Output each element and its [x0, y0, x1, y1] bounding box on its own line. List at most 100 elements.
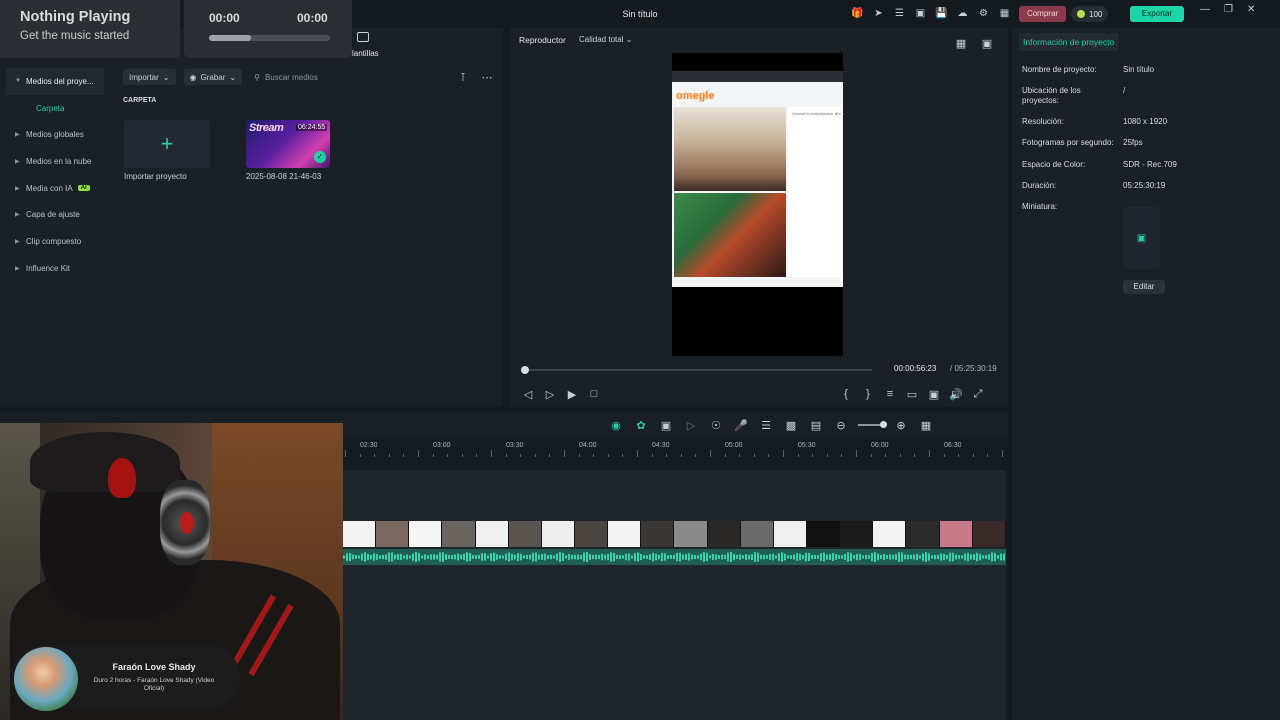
waveform-bar: [646, 555, 648, 559]
mark-out-icon[interactable]: }: [860, 386, 876, 402]
grid-view-icon[interactable]: ▦: [953, 35, 969, 51]
video-clip-segment[interactable]: [343, 521, 377, 547]
player-scrubber-handle[interactable]: [521, 366, 529, 374]
clip-duration: 06:24:55: [296, 124, 328, 131]
snapshot-view-icon[interactable]: ▣: [979, 35, 995, 51]
mark-in-icon[interactable]: {: [838, 386, 854, 402]
video-clip-segment[interactable]: [773, 521, 807, 547]
video-clip-segment[interactable]: [674, 521, 708, 547]
send-icon[interactable]: ➤: [871, 6, 886, 21]
ruler-tick: [710, 450, 711, 457]
video-clip-segment[interactable]: [939, 521, 973, 547]
video-clip-segment[interactable]: [641, 521, 675, 547]
video-clip-segment[interactable]: [906, 521, 940, 547]
zoom-slider[interactable]: [858, 421, 887, 428]
edit-thumbnail-button[interactable]: Editar: [1123, 280, 1165, 294]
video-clip-segment[interactable]: [442, 521, 476, 547]
pip-icon[interactable]: ▩: [783, 417, 799, 433]
step-back-icon[interactable]: ◁: [520, 386, 536, 402]
export-button[interactable]: Exportar: [1130, 6, 1184, 22]
render-icon[interactable]: ▷: [683, 417, 699, 433]
shield-icon[interactable]: ☉: [708, 417, 724, 433]
minimize-icon[interactable]: —: [1200, 4, 1210, 15]
zoom-in-icon[interactable]: ⊕: [893, 417, 909, 433]
buy-button[interactable]: Comprar: [1019, 6, 1066, 22]
tab-project-info[interactable]: Información de proyecto: [1019, 33, 1119, 51]
waveform-bar: [640, 553, 642, 561]
waveform-bar: [919, 555, 921, 559]
sidebar-item-adjustment-layer[interactable]: ▶ Capa de ajuste: [6, 201, 104, 228]
marker-list-icon[interactable]: ≡: [882, 386, 898, 402]
mic-icon[interactable]: 🎤: [733, 417, 749, 433]
player-scrubber[interactable]: [524, 369, 872, 371]
video-clip-segment[interactable]: [376, 521, 410, 547]
waveform-bar: [619, 554, 621, 560]
snap-icon[interactable]: ◉: [608, 417, 624, 433]
zoom-out-icon[interactable]: ⊖: [833, 417, 849, 433]
volume-icon[interactable]: 🔊: [948, 386, 964, 402]
restore-icon[interactable]: ❐: [1224, 4, 1233, 15]
support-icon[interactable]: ⚙: [976, 6, 991, 21]
import-project-card[interactable]: +: [124, 120, 210, 168]
media-search[interactable]: ⚲ Buscar medios: [250, 69, 447, 85]
save-icon[interactable]: 💾: [934, 6, 949, 21]
player-tab[interactable]: Reproductor: [519, 35, 566, 45]
waveform-bar: [916, 553, 918, 561]
tab-templates[interactable]: lantillas: [352, 49, 379, 58]
waveform-bar: [526, 554, 528, 560]
waveform-bar: [763, 554, 765, 560]
video-clip-segment[interactable]: [409, 521, 443, 547]
ruler-tick: [856, 450, 857, 457]
video-clip-segment[interactable]: [840, 521, 874, 547]
import-button[interactable]: Importar ⌄: [123, 69, 176, 85]
sidebar-item-folder[interactable]: Carpeta: [6, 95, 104, 122]
layout-grid-icon[interactable]: ▦: [918, 417, 934, 433]
video-clip-segment[interactable]: [806, 521, 841, 547]
audio-waveform[interactable]: [343, 549, 1006, 565]
cloud-icon[interactable]: ☁: [955, 6, 970, 21]
link-icon[interactable]: ✿: [633, 417, 649, 433]
list-icon[interactable]: ☰: [892, 6, 907, 21]
layout-icon[interactable]: ▦: [997, 6, 1012, 21]
thumbnail-preview[interactable]: ▣: [1123, 207, 1160, 269]
sidebar-item-compound-clip[interactable]: ▶ Clip compuesto: [6, 228, 104, 255]
step-forward-icon[interactable]: ▷: [542, 386, 558, 402]
quality-select[interactable]: Calidad total ⌄: [579, 35, 632, 44]
camera-icon[interactable]: ▣: [926, 386, 942, 402]
video-clip-segment[interactable]: [574, 521, 609, 547]
audio-mixer-icon[interactable]: ☰: [758, 417, 774, 433]
video-clip-segment[interactable]: [475, 521, 509, 547]
video-clip-segment[interactable]: [972, 521, 1006, 547]
window-icon[interactable]: ▣: [913, 6, 928, 21]
video-clip-segment[interactable]: [541, 521, 575, 547]
display-icon[interactable]: ▭: [904, 386, 920, 402]
sidebar-item-influence-kit[interactable]: ▶ Influence Kit: [6, 255, 104, 282]
video-fx-icon[interactable]: ▣: [658, 417, 674, 433]
caption-icon[interactable]: ▤: [808, 417, 824, 433]
credits-badge[interactable]: 100: [1071, 6, 1109, 22]
video-clip-segment[interactable]: [508, 521, 542, 547]
stop-icon[interactable]: □: [586, 386, 602, 402]
timeline-tracks[interactable]: [343, 470, 1006, 720]
now-playing-timer-card: [184, 0, 352, 58]
video-clip-segment[interactable]: [608, 521, 642, 547]
templates-tab-icon[interactable]: [357, 32, 369, 42]
timeline-ruler[interactable]: 02:30 03:00 03:30 04:00 04:30 05:00 05:30 06:00…: [343, 438, 1006, 460]
record-button[interactable]: ◉ Grabar ⌄: [183, 69, 243, 85]
fullscreen-icon[interactable]: ⤢: [970, 386, 986, 402]
video-clip-segment[interactable]: [707, 521, 741, 547]
waveform-bar: [829, 554, 831, 560]
gift-icon[interactable]: 🎁: [850, 6, 865, 21]
sidebar-item-global-media[interactable]: ▶ Medios globales: [6, 121, 104, 148]
video-clip-segment[interactable]: [740, 521, 774, 547]
search-input[interactable]: Buscar medios: [265, 73, 318, 82]
video-clip-segment[interactable]: [873, 521, 907, 547]
more-icon[interactable]: ⋯: [479, 69, 495, 85]
filter-icon[interactable]: ⊺: [455, 69, 471, 85]
video-track[interactable]: [343, 521, 1006, 547]
close-icon[interactable]: ✕: [1247, 4, 1255, 15]
sidebar-item-cloud-media[interactable]: ▶ Medios en la nube: [6, 148, 104, 175]
sidebar-item-ai-media[interactable]: ▶ Media con IA AI: [6, 175, 104, 202]
play-icon[interactable]: ▶: [564, 386, 580, 402]
sidebar-item-project-media[interactable]: ▼ Medios del proye...: [6, 68, 104, 95]
